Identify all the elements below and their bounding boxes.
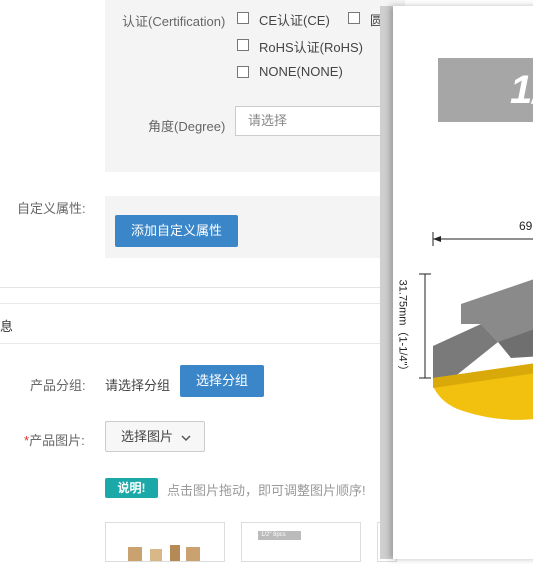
checkbox-none[interactable] bbox=[237, 66, 249, 78]
select-image-button[interactable]: 选择图片 bbox=[105, 421, 205, 452]
degree-label: 角度(Degree) bbox=[148, 119, 226, 134]
note-tag: 说明! bbox=[105, 478, 158, 498]
image-thumb-2[interactable]: 1/2" 8pcs bbox=[241, 522, 361, 562]
preview-dim-side: 31.75mm（1-1/4"） bbox=[396, 279, 409, 377]
product-group-value: 请选择分组 bbox=[105, 378, 171, 393]
router-bit-thumb-image bbox=[128, 545, 200, 561]
product-image-label-text: 产品图片: bbox=[29, 433, 85, 448]
checkbox-ce[interactable] bbox=[237, 12, 249, 24]
chevron-down-icon bbox=[181, 435, 191, 441]
thumb-caption: 1/2" 8pcs bbox=[258, 531, 301, 540]
checkbox-none-label: NONE(NONE) bbox=[259, 64, 343, 79]
product-group-label: 产品分组: bbox=[30, 378, 86, 393]
add-custom-attr-button[interactable]: 添加自定义属性 bbox=[115, 215, 238, 247]
checkbox-rohs-label: RoHS认证(RoHS) bbox=[259, 40, 364, 55]
certification-label: 认证(Certification) bbox=[122, 14, 226, 29]
image-thumb-1[interactable] bbox=[105, 522, 225, 562]
note-text: 点击图片拖动，即可调整图片顺序! bbox=[167, 483, 366, 498]
checkbox-ce-label: CE认证(CE) bbox=[259, 13, 330, 28]
image-preview-overlay[interactable]: 1/ 69 31.75mm（1-1/4"） bbox=[393, 6, 533, 559]
custom-attrs-label: 自定义属性: bbox=[17, 201, 86, 216]
preview-dim-top: 69 bbox=[519, 219, 533, 233]
checkbox-rohs[interactable] bbox=[237, 39, 249, 51]
select-image-label: 选择图片 bbox=[121, 429, 174, 444]
product-image-label: *产品图片: bbox=[24, 430, 85, 449]
section-title-fragment: 息 bbox=[0, 319, 14, 334]
select-group-button[interactable]: 选择分组 bbox=[180, 365, 264, 397]
checkbox-dot[interactable] bbox=[348, 12, 360, 24]
router-bit-drawing bbox=[419, 232, 533, 420]
